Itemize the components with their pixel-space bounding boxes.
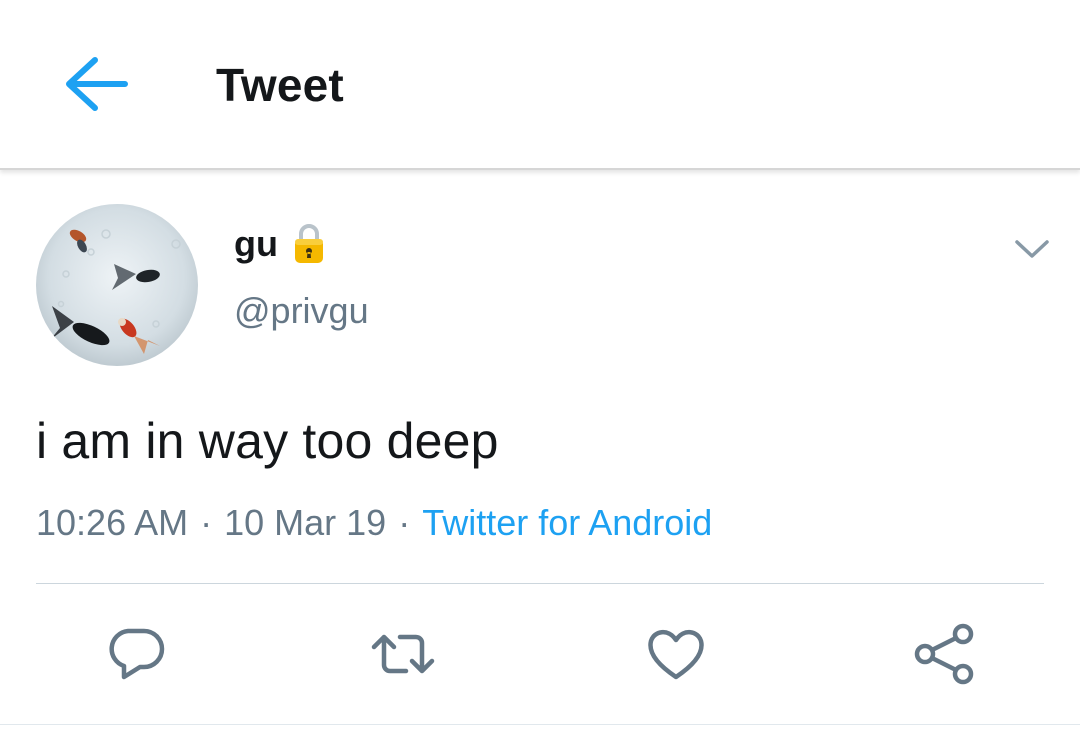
display-name[interactable]: gu	[234, 223, 278, 265]
tweet-detail-screen: Tweet gu @privgu i am in way too deep 10…	[0, 0, 1080, 732]
tweet-menu-button[interactable]	[1006, 226, 1058, 272]
meta-separator: ·	[200, 502, 213, 543]
tweet-meta: 10:26 AM · 10 Mar 19 · Twitter for Android	[36, 502, 712, 544]
retweet-button[interactable]	[368, 620, 438, 688]
tweet-date: 10 Mar 19	[224, 502, 387, 543]
page-title: Tweet	[216, 59, 344, 111]
divider	[36, 583, 1044, 584]
meta-separator: ·	[398, 502, 411, 543]
author-handle[interactable]: @privgu	[234, 290, 369, 332]
tweet-source-link[interactable]: Twitter for Android	[422, 502, 712, 543]
heart-icon	[648, 630, 704, 680]
lock-icon	[292, 222, 326, 266]
author-name-row[interactable]: gu	[234, 222, 326, 266]
retweet-icon	[371, 634, 435, 674]
back-button[interactable]	[52, 44, 140, 124]
divider	[0, 724, 1080, 725]
like-button[interactable]	[641, 620, 711, 688]
reply-icon	[109, 628, 165, 680]
share-button[interactable]	[909, 620, 979, 688]
avatar[interactable]	[36, 204, 198, 366]
share-icon	[914, 623, 974, 685]
chevron-down-icon	[1015, 240, 1049, 258]
reply-button[interactable]	[101, 620, 171, 688]
tweet-text: i am in way too deep	[36, 413, 499, 469]
tweet-time: 10:26 AM	[36, 502, 189, 543]
top-app-bar: Tweet	[0, 0, 1080, 170]
goldfish-avatar-image	[36, 204, 198, 366]
arrow-left-icon	[66, 57, 128, 111]
